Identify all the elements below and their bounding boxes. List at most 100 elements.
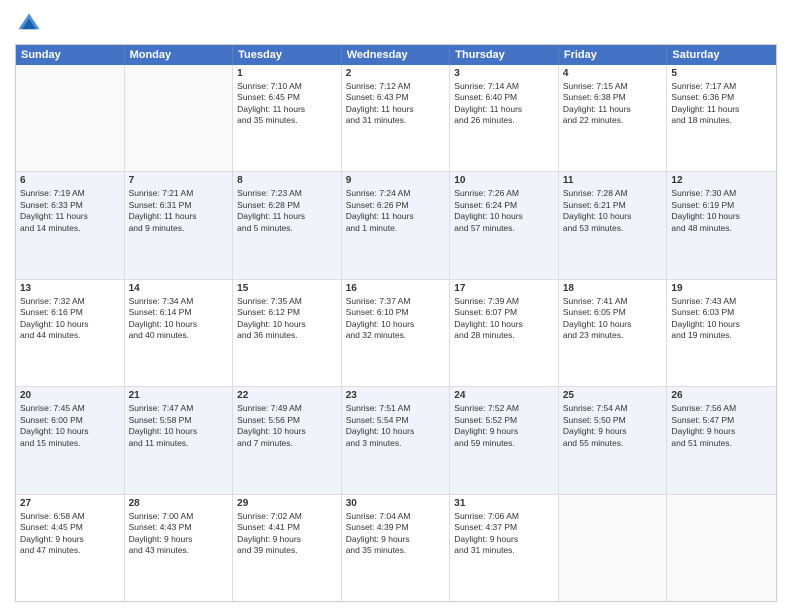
cell-info-line: Sunrise: 7:34 AM bbox=[129, 296, 229, 307]
empty-cell-4-6 bbox=[667, 495, 776, 601]
cell-info-line: Sunset: 4:45 PM bbox=[20, 522, 120, 533]
cell-info-line: Daylight: 11 hours bbox=[237, 211, 337, 222]
cell-info-line: and 57 minutes. bbox=[454, 223, 554, 234]
cell-info-line: Sunrise: 7:10 AM bbox=[237, 81, 337, 92]
cell-info-line: Daylight: 9 hours bbox=[563, 426, 663, 437]
cell-info-line: Sunset: 6:16 PM bbox=[20, 307, 120, 318]
cell-info-line: and 53 minutes. bbox=[563, 223, 663, 234]
day-cell-31: 31 Sunrise: 7:06 AMSunset: 4:37 PMDayligh… bbox=[450, 495, 559, 601]
day-number: 31 bbox=[454, 498, 554, 509]
cell-info-line: and 15 minutes. bbox=[20, 438, 120, 449]
day-cell-15: 15Sunrise: 7:35 AMSunset: 6:12 PMDayligh… bbox=[233, 280, 342, 386]
cell-info-line: and 1 minute. bbox=[346, 223, 446, 234]
cell-info-line: Sunrise: 7:02 AM bbox=[237, 511, 337, 522]
day-number: 10 bbox=[454, 175, 554, 186]
cell-info-line: Daylight: 9 hours bbox=[129, 534, 229, 545]
day-number: 4 bbox=[563, 68, 663, 79]
cell-info-line: Daylight: 10 hours bbox=[237, 319, 337, 330]
day-cell-10: 10 Sunrise: 7:26 AMSunset: 6:24 PMDayligh… bbox=[450, 172, 559, 278]
cell-info-line: Sunrise: 7:17 AM bbox=[671, 81, 772, 92]
cell-info-line: Sunrise: 7:54 AM bbox=[563, 403, 663, 414]
day-cell-13: 13Sunrise: 7:32 AMSunset: 6:16 PMDayligh… bbox=[16, 280, 125, 386]
cell-info-line: Sunrise: 7:06 AM bbox=[454, 511, 554, 522]
cell-info-line: Daylight: 11 hours bbox=[346, 211, 446, 222]
cell-info-line: Sunrise: 7:37 AM bbox=[346, 296, 446, 307]
cell-info-line: and 40 minutes. bbox=[129, 330, 229, 341]
day-number: 8 bbox=[237, 175, 337, 186]
day-cell-9: 9Sunrise: 7:24 AMSunset: 6:26 PMDaylight… bbox=[342, 172, 451, 278]
day-cell-5: 5Sunrise: 7:17 AMSunset: 6:36 PMDaylight… bbox=[667, 65, 776, 171]
cell-info-line: Sunrise: 7:51 AM bbox=[346, 403, 446, 414]
day-number: 17 bbox=[454, 283, 554, 294]
cell-info-line: and 44 minutes. bbox=[20, 330, 120, 341]
cell-info-line: and 35 minutes. bbox=[237, 115, 337, 126]
logo-icon bbox=[15, 10, 43, 38]
calendar-header: SundayMondayTuesdayWednesdayThursdayFrid… bbox=[16, 45, 776, 65]
cell-info-line: Daylight: 10 hours bbox=[237, 426, 337, 437]
day-cell-20: 20Sunrise: 7:45 AMSunset: 6:00 PMDayligh… bbox=[16, 387, 125, 493]
cell-info-line: Daylight: 10 hours bbox=[454, 319, 554, 330]
cell-info-line: and 18 minutes. bbox=[671, 115, 772, 126]
day-number: 11 bbox=[563, 175, 663, 186]
header bbox=[15, 10, 777, 38]
day-number: 13 bbox=[20, 283, 120, 294]
day-cell-27: 27Sunrise: 6:58 AMSunset: 4:45 PMDayligh… bbox=[16, 495, 125, 601]
day-number: 6 bbox=[20, 175, 120, 186]
cell-info-line: Sunrise: 6:58 AM bbox=[20, 511, 120, 522]
day-number: 23 bbox=[346, 390, 446, 401]
cell-info-line: and 23 minutes. bbox=[563, 330, 663, 341]
cell-info-line: and 19 minutes. bbox=[671, 330, 772, 341]
day-cell-26: 26Sunrise: 7:56 AMSunset: 5:47 PMDayligh… bbox=[667, 387, 776, 493]
day-number: 24 bbox=[454, 390, 554, 401]
cell-info-line: Sunset: 6:05 PM bbox=[563, 307, 663, 318]
cell-info-line: Daylight: 11 hours bbox=[563, 104, 663, 115]
cell-info-line: Sunrise: 7:52 AM bbox=[454, 403, 554, 414]
cell-info-line: Sunset: 6:28 PM bbox=[237, 200, 337, 211]
day-cell-2: 2Sunrise: 7:12 AMSunset: 6:43 PMDaylight… bbox=[342, 65, 451, 171]
day-number: 2 bbox=[346, 68, 446, 79]
day-number: 12 bbox=[671, 175, 772, 186]
cell-info-line: Sunrise: 7:04 AM bbox=[346, 511, 446, 522]
cell-info-line: Sunset: 6:24 PM bbox=[454, 200, 554, 211]
cell-info-line: Sunset: 4:37 PM bbox=[454, 522, 554, 533]
cell-info-line: and 22 minutes. bbox=[563, 115, 663, 126]
cell-info-line: Sunrise: 7:49 AM bbox=[237, 403, 337, 414]
cell-info-line: Sunset: 5:58 PM bbox=[129, 415, 229, 426]
cell-info-line: Daylight: 10 hours bbox=[454, 211, 554, 222]
cell-info-line: and 55 minutes. bbox=[563, 438, 663, 449]
cell-info-line: Sunrise: 7:23 AM bbox=[237, 188, 337, 199]
day-number: 5 bbox=[671, 68, 772, 79]
cell-info-line: and 39 minutes. bbox=[237, 545, 337, 556]
day-number: 14 bbox=[129, 283, 229, 294]
header-day-friday: Friday bbox=[559, 45, 668, 65]
logo bbox=[15, 10, 47, 38]
day-number: 19 bbox=[671, 283, 772, 294]
cell-info-line: Sunrise: 7:19 AM bbox=[20, 188, 120, 199]
day-cell-22: 22 Sunrise: 7:49 AMSunset: 5:56 PMDayligh… bbox=[233, 387, 342, 493]
day-number: 1 bbox=[237, 68, 337, 79]
day-number: 20 bbox=[20, 390, 120, 401]
day-number: 28 bbox=[129, 498, 229, 509]
cell-info-line: Sunset: 5:47 PM bbox=[671, 415, 772, 426]
cell-info-line: Sunset: 4:41 PM bbox=[237, 522, 337, 533]
cell-info-line: Sunrise: 7:28 AM bbox=[563, 188, 663, 199]
day-cell-1: 1Sunrise: 7:10 AMSunset: 6:45 PMDaylight… bbox=[233, 65, 342, 171]
cell-info-line: Sunset: 5:56 PM bbox=[237, 415, 337, 426]
header-day-sunday: Sunday bbox=[16, 45, 125, 65]
cell-info-line: Sunset: 4:43 PM bbox=[129, 522, 229, 533]
cell-info-line: Daylight: 11 hours bbox=[454, 104, 554, 115]
day-cell-16: 16Sunrise: 7:37 AMSunset: 6:10 PMDayligh… bbox=[342, 280, 451, 386]
cell-info-line: and 14 minutes. bbox=[20, 223, 120, 234]
cell-info-line: Sunset: 6:33 PM bbox=[20, 200, 120, 211]
empty-cell-0-0 bbox=[16, 65, 125, 171]
cell-info-line: Sunrise: 7:26 AM bbox=[454, 188, 554, 199]
cell-info-line: Daylight: 10 hours bbox=[671, 319, 772, 330]
cell-info-line: Sunset: 5:50 PM bbox=[563, 415, 663, 426]
day-cell-12: 12Sunrise: 7:30 AMSunset: 6:19 PMDayligh… bbox=[667, 172, 776, 278]
cell-info-line: Daylight: 9 hours bbox=[454, 534, 554, 545]
cell-info-line: Daylight: 9 hours bbox=[454, 426, 554, 437]
cell-info-line: Sunset: 6:19 PM bbox=[671, 200, 772, 211]
day-number: 22 bbox=[237, 390, 337, 401]
cell-info-line: Daylight: 10 hours bbox=[563, 319, 663, 330]
day-cell-8: 8 Sunrise: 7:23 AMSunset: 6:28 PMDaylight… bbox=[233, 172, 342, 278]
